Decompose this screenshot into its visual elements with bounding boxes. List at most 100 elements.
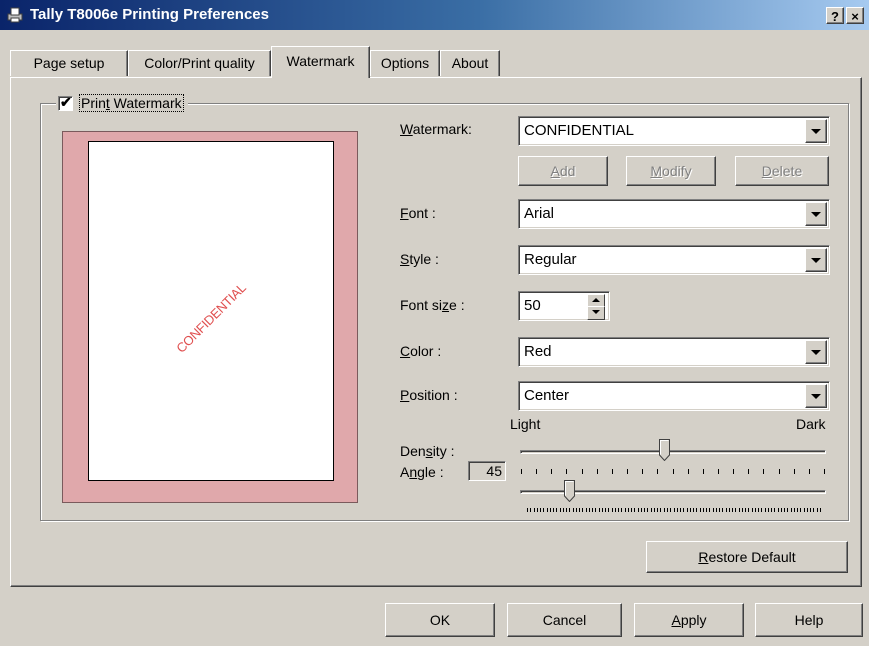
slider-tick	[700, 508, 701, 512]
check-mark-icon: ✔	[60, 93, 72, 110]
slider-tick	[761, 508, 762, 512]
slider-tick	[703, 508, 704, 512]
slider-tick	[582, 508, 583, 512]
slider-tick	[625, 508, 626, 512]
slider-tick	[563, 508, 564, 512]
slider-tick	[631, 508, 632, 512]
help-button[interactable]: Help	[755, 603, 863, 637]
slider-tick	[784, 508, 785, 512]
slider-tick	[654, 508, 655, 512]
cancel-button[interactable]: Cancel	[507, 603, 622, 637]
slider-tick	[755, 508, 756, 512]
slider-tick	[576, 508, 577, 512]
slider-tick	[612, 508, 613, 512]
slider-tick	[670, 508, 671, 512]
chevron-down-icon[interactable]	[805, 202, 827, 226]
tab-options[interactable]: Options	[370, 50, 440, 76]
printer-icon	[7, 7, 23, 23]
slider-tick	[560, 508, 561, 512]
slider-tick	[820, 508, 821, 512]
slider-tick	[644, 508, 645, 512]
slider-tick	[748, 469, 749, 474]
slider-tick	[547, 508, 548, 512]
close-title-button[interactable]: ×	[846, 7, 864, 24]
checkbox-box[interactable]: ✔	[58, 93, 73, 111]
slider-tick	[641, 508, 642, 512]
modify-button[interactable]: Modify	[626, 156, 716, 186]
spin-down-icon[interactable]	[587, 306, 605, 320]
style-label: Style :	[400, 251, 439, 267]
slider-tick	[621, 508, 622, 512]
slider-tick	[688, 469, 689, 474]
window-title: Tally T8006e Printing Preferences	[30, 6, 269, 23]
slider-tick	[733, 469, 734, 474]
slider-tick	[729, 508, 730, 512]
slider-tick	[687, 508, 688, 512]
slider-tick	[696, 508, 697, 512]
density-slider-thumb[interactable]	[658, 439, 670, 461]
chevron-down-icon[interactable]	[805, 119, 827, 143]
slider-tick	[579, 508, 580, 512]
delete-button[interactable]: Delete	[735, 156, 829, 186]
slider-tick	[673, 469, 674, 474]
restore-default-button[interactable]: Restore Default	[646, 541, 848, 573]
slider-tick	[778, 508, 779, 512]
slider-tick	[536, 469, 537, 474]
style-select[interactable]: Regular	[518, 245, 830, 275]
font-select[interactable]: Arial	[518, 199, 830, 229]
chevron-down-icon[interactable]	[805, 384, 827, 408]
watermark-label: Watermark:	[400, 121, 472, 137]
slider-tick	[726, 508, 727, 512]
ok-button[interactable]: OK	[385, 603, 495, 637]
slider-tick	[690, 508, 691, 512]
slider-tick	[597, 469, 598, 474]
slider-tick	[719, 508, 720, 512]
watermark-select[interactable]: CONFIDENTIAL	[518, 116, 830, 146]
slider-tick	[618, 508, 619, 512]
slider-tick	[791, 508, 792, 512]
tab-about[interactable]: About	[440, 50, 500, 76]
tab-watermark[interactable]: Watermark	[271, 46, 370, 78]
slider-tick	[748, 508, 749, 512]
position-label: Position :	[400, 387, 458, 403]
density-slider-track[interactable]	[520, 450, 826, 454]
title-bar: Tally T8006e Printing Preferences ? ×	[0, 0, 869, 30]
tab-color-print-quality[interactable]: Color/Print quality	[128, 50, 271, 76]
help-title-button[interactable]: ?	[826, 7, 844, 24]
slider-tick	[763, 469, 764, 474]
angle-slider-thumb[interactable]	[564, 480, 576, 502]
slider-tick	[745, 508, 746, 512]
slider-tick	[569, 508, 570, 512]
add-button[interactable]: Add	[518, 156, 608, 186]
slider-tick	[566, 469, 567, 474]
slider-tick	[667, 508, 668, 512]
angle-value: 45	[468, 461, 506, 481]
font-size-label: Font size :	[400, 297, 465, 313]
slider-tick	[779, 469, 780, 474]
slider-tick	[595, 508, 596, 512]
chevron-down-icon[interactable]	[805, 340, 827, 364]
slider-tick	[709, 508, 710, 512]
slider-tick	[752, 508, 753, 512]
color-select[interactable]: Red	[518, 337, 830, 367]
slider-tick	[521, 469, 522, 474]
slider-tick	[627, 469, 628, 474]
slider-tick	[781, 508, 782, 512]
slider-tick	[615, 508, 616, 512]
slider-tick	[651, 508, 652, 512]
chevron-down-icon[interactable]	[805, 248, 827, 272]
print-watermark-checkbox[interactable]: ✔ Print Watermark	[56, 93, 188, 113]
slider-tick	[608, 508, 609, 512]
slider-tick	[573, 508, 574, 512]
slider-tick	[664, 508, 665, 512]
font-size-stepper[interactable]: 50	[518, 291, 610, 321]
font-label: Font :	[400, 205, 436, 221]
slider-tick	[582, 469, 583, 474]
slider-tick	[638, 508, 639, 512]
slider-tick	[742, 508, 743, 512]
position-select[interactable]: Center	[518, 381, 830, 411]
tab-page-setup[interactable]: Page setup	[10, 50, 128, 76]
slider-tick	[674, 508, 675, 512]
apply-button[interactable]: Apply	[634, 603, 744, 637]
slider-tick	[527, 508, 528, 512]
